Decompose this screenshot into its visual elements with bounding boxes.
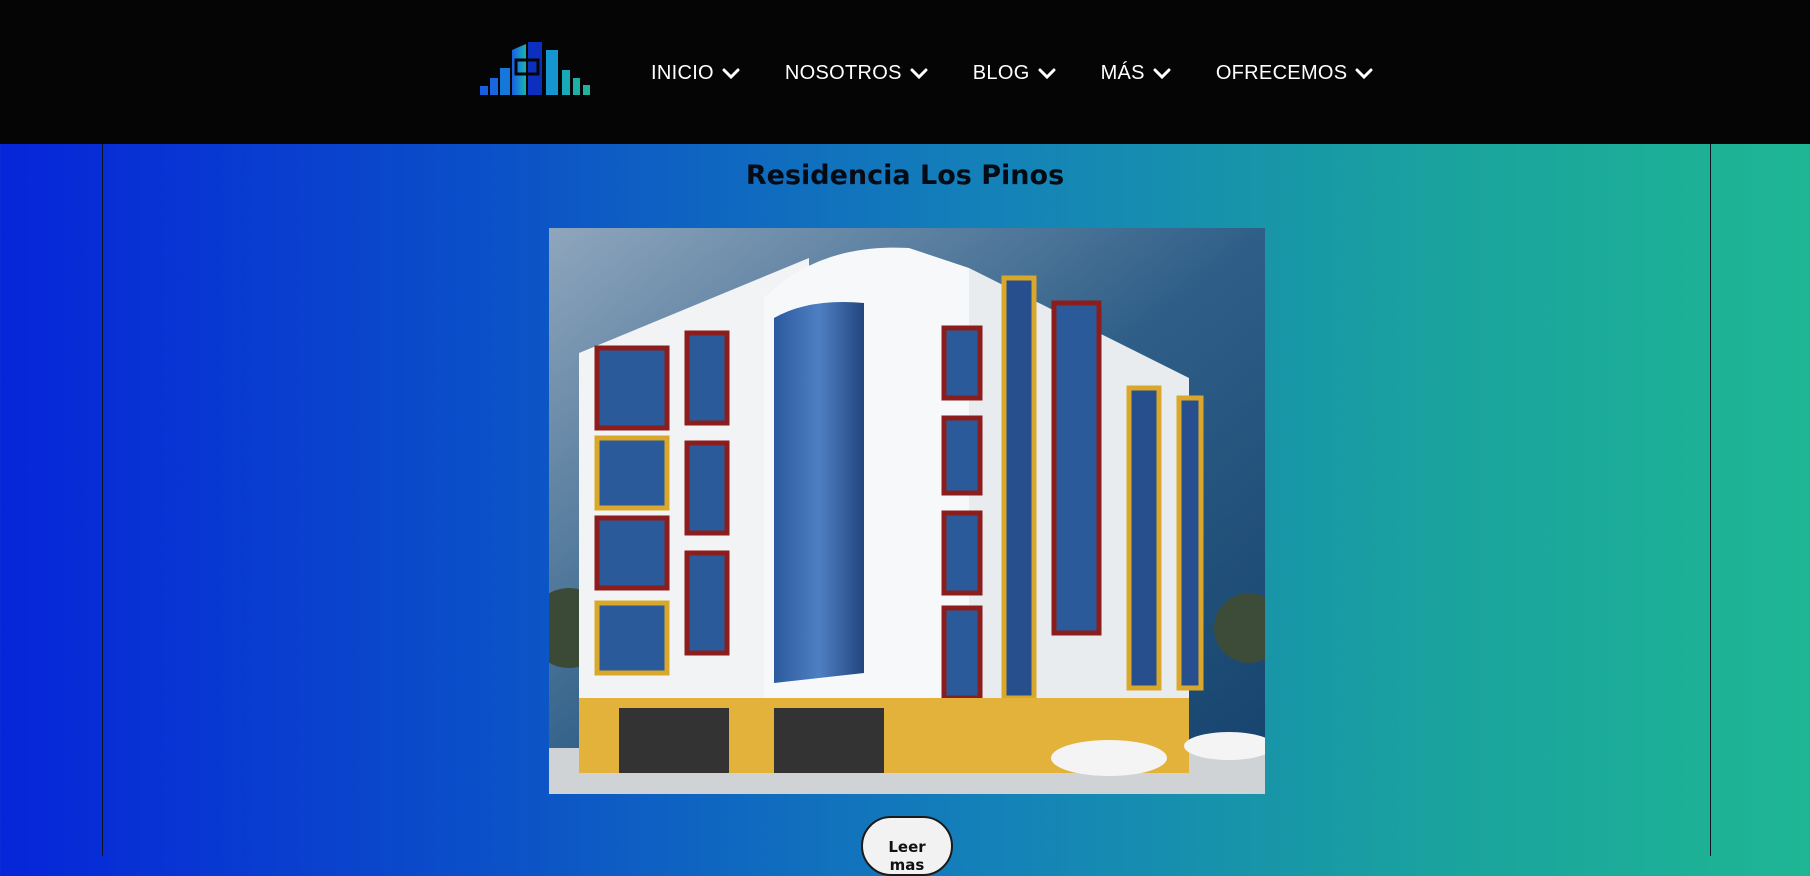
content-border-left [102, 144, 103, 856]
nav-item-nosotros[interactable]: NOSOTROS [785, 62, 928, 85]
building-illustration [549, 228, 1265, 794]
building-logo-icon[interactable] [478, 38, 602, 100]
nav-item-ofrecemos[interactable]: OFRECEMOS [1216, 62, 1374, 85]
nav-item-label: MÁS [1100, 62, 1145, 84]
read-more-button[interactable]: Leer mas [861, 816, 953, 876]
nav-item-blog[interactable]: BLOG [973, 62, 1056, 85]
chevron-down-icon [1355, 68, 1373, 79]
main-nav: INICIO NOSOTROS BLOG MÁS OFRECEMOS [651, 62, 1418, 85]
nav-item-inicio[interactable]: INICIO [651, 62, 740, 85]
chevron-down-icon [910, 68, 928, 79]
chevron-down-icon [1038, 68, 1056, 79]
nav-item-label: OFRECEMOS [1215, 62, 1348, 84]
nav-item-label: INICIO [651, 62, 714, 84]
content-border-right [1710, 144, 1711, 856]
page-title: Residencia Los Pinos [745, 160, 1065, 191]
chevron-down-icon [1153, 68, 1171, 79]
building-image [549, 228, 1265, 794]
nav-item-label: BLOG [972, 62, 1030, 84]
nav-item-label: NOSOTROS [784, 62, 902, 84]
chevron-down-icon [722, 68, 740, 79]
top-navbar: INICIO NOSOTROS BLOG MÁS OFRECEMOS [0, 0, 1810, 144]
nav-item-mas[interactable]: MÁS [1101, 62, 1171, 85]
